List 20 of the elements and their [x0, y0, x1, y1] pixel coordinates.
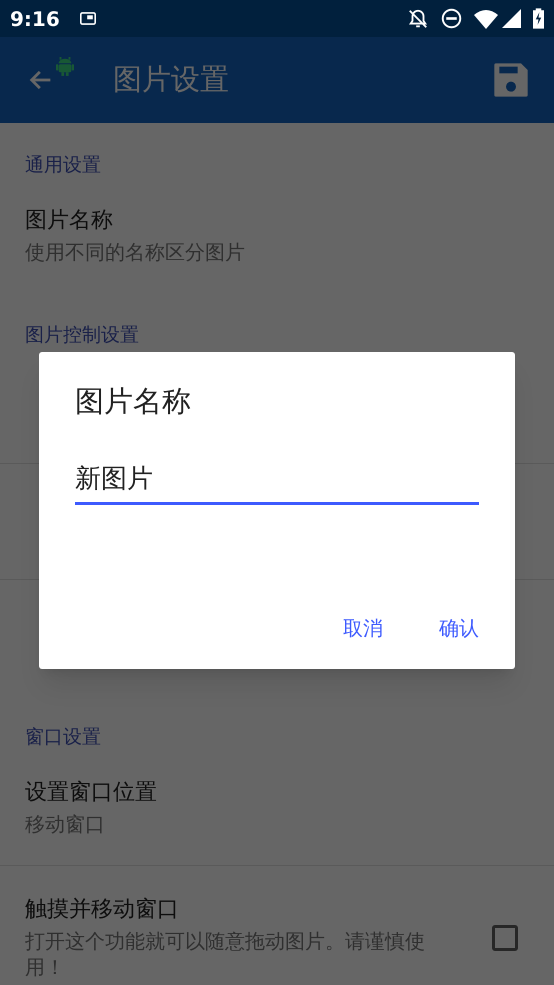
battery-charging-icon — [533, 8, 544, 29]
dialog-title: 图片名称 — [75, 383, 192, 420]
signal-icon — [502, 9, 521, 28]
dialog-button[interactable]: 取消 — [323, 605, 403, 651]
name-input-field[interactable]: 新图片 — [75, 462, 479, 505]
notifications-off-icon — [407, 8, 429, 30]
preference-title: 设置窗口位置 — [25, 779, 158, 807]
section-header: 图片控制设置 — [24, 323, 140, 347]
wifi-icon — [474, 8, 498, 28]
status-time: 9:16 — [10, 6, 60, 32]
android-robot-icon — [56, 55, 74, 77]
section-header: 通用设置 — [24, 153, 102, 177]
dialog-button[interactable]: 确认 — [419, 605, 499, 651]
preference-title: 图片名称 — [25, 207, 114, 235]
picture-in-picture-icon — [80, 12, 96, 25]
checkbox[interactable] — [492, 925, 518, 951]
section-header: 窗口设置 — [24, 725, 102, 749]
preference-title: 触摸并移动窗口 — [25, 896, 180, 924]
app-bar-title: 图片设置 — [113, 61, 229, 98]
do-not-disturb-icon — [441, 8, 462, 29]
